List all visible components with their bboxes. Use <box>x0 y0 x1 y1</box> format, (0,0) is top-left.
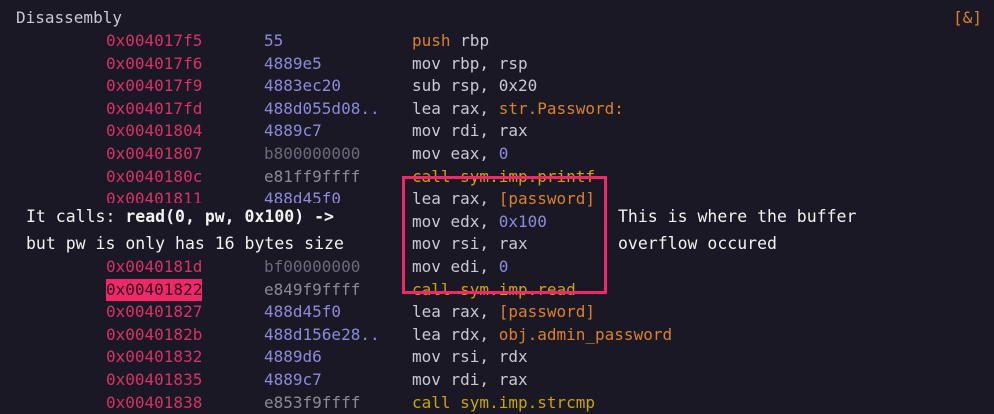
disassembly-row[interactable]: 0x004017fd 488d055d08.. lea rax, str.Passw… <box>0 98 994 120</box>
disassembly-row[interactable]: 0x0040182b 488d156e28.. lea rdx, obj.admin… <box>0 324 994 346</box>
disassembly-row[interactable]: 0x00401832 4889d6 mov rsi, rdx <box>0 346 994 368</box>
row-address[interactable]: 0x00401822 <box>106 278 203 301</box>
instruction-token: sub rsp, 0x20 <box>412 76 538 96</box>
disassembly-row[interactable]: 0x00401807 b800000000 mov eax, 0 <box>0 143 994 165</box>
row-bytes: 4889d6 <box>264 347 322 367</box>
annotation-left-code: read(0, pw, 0x100) -> <box>125 207 334 226</box>
row-instruction: sub rsp, 0x20 <box>412 75 537 97</box>
annotation-right-line2: overflow occured <box>618 234 777 253</box>
row-address[interactable]: 0x004017f6 <box>106 53 202 75</box>
highlight-box <box>402 176 607 294</box>
annotation-left-prefix: It calls: <box>26 207 126 226</box>
row-instruction: push rbp <box>412 30 489 52</box>
row-instruction: mov rdi, rax <box>412 369 528 391</box>
disassembly-row[interactable]: 0x004017f5 55 push rbp <box>0 30 994 52</box>
row-bytes: e853f9ffff <box>264 392 361 412</box>
row-instruction: lea rax, [password] <box>412 301 595 323</box>
row-address[interactable]: 0x004017f9 <box>106 75 202 97</box>
row-address[interactable]: 0x00401835 <box>106 369 202 391</box>
row-address[interactable]: 0x0040182b <box>106 324 202 346</box>
instruction-token: mov eax, <box>412 144 499 163</box>
row-instruction: mov rdi, rax <box>412 120 528 142</box>
row-address[interactable]: 0x004017fd <box>106 98 202 120</box>
instruction-token: call sym.imp.strcmp <box>412 392 596 412</box>
instruction-token: lea rax, <box>412 98 499 118</box>
instruction-token: lea rdx, <box>412 324 499 344</box>
row-address[interactable]: 0x00401807 <box>106 143 202 165</box>
panel-badge[interactable]: [&] <box>953 8 982 27</box>
row-bytes: 488d45f0 <box>264 302 342 322</box>
row-bytes: bf00000000 <box>264 257 361 276</box>
row-bytes: 488d156e28.. <box>264 324 380 344</box>
row-address[interactable]: 0x0040180c <box>106 166 202 188</box>
row-bytes: e849f9ffff <box>264 279 361 299</box>
row-bytes: 4889c7 <box>264 370 322 389</box>
disassembly-row[interactable]: 0x00401838 e853f9ffff call sym.imp.strcmp <box>0 392 994 414</box>
row-instruction: mov rsi, rdx <box>412 346 528 368</box>
row-bytes: 488d055d08.. <box>264 98 380 118</box>
instruction-token: rbp <box>460 31 490 50</box>
row-address[interactable]: 0x00401827 <box>106 301 202 323</box>
row-address[interactable]: 0x0040181d <box>106 256 202 278</box>
instruction-token: mov rdi, rax <box>412 370 528 389</box>
row-address[interactable]: 0x004017f5 <box>106 30 202 52</box>
row-bytes: 4889c7 <box>264 121 322 141</box>
row-bytes: b800000000 <box>264 144 361 163</box>
instruction-token: obj.admin_password <box>498 324 673 344</box>
row-instruction: call sym.imp.strcmp <box>412 392 595 414</box>
row-address[interactable]: 0x00401838 <box>106 392 202 414</box>
annotation-left-line2: but pw is only has 16 bytes size <box>26 234 344 253</box>
row-bytes: 4889e5 <box>264 53 322 73</box>
row-instruction: mov eax, 0 <box>412 143 508 165</box>
disassembly-row[interactable]: 0x00401835 4889c7 mov rdi, rax <box>0 369 994 391</box>
row-instruction: lea rax, str.Password: <box>412 98 624 120</box>
disassembly-row[interactable]: 0x004017f9 4883ec20 sub rsp, 0x20 <box>0 75 994 97</box>
annotation-left: It calls: read(0, pw, 0x100) -> but pw i… <box>0 203 398 255</box>
instruction-token: mov rdi, rax <box>412 121 528 141</box>
row-bytes: 4883ec20 <box>264 76 342 96</box>
row-bytes: 55 <box>264 31 284 50</box>
disassembly-row[interactable]: 0x00401827 488d45f0 lea rax, [password] <box>0 301 994 323</box>
instruction-token: [password] <box>498 302 596 322</box>
instruction-token: 0 <box>498 144 509 163</box>
instruction-token: push <box>412 31 461 50</box>
annotation-right-line1: This is where the buffer <box>618 207 857 226</box>
disassembly-title: Disassembly <box>16 8 122 27</box>
disassembly-row[interactable]: 0x00401804 4889c7 mov rdi, rax <box>0 120 994 142</box>
disassembly-row[interactable]: 0x004017f6 4889e5 mov rbp, rsp <box>0 53 994 75</box>
instruction-token: mov rsi, rdx <box>412 347 528 367</box>
row-address[interactable]: 0x00401832 <box>106 346 202 368</box>
instruction-token: str.Password: <box>498 98 624 118</box>
row-address[interactable]: 0x00401804 <box>106 120 202 142</box>
instruction-token: mov rbp, rsp <box>412 53 528 73</box>
annotation-right: This is where the buffer overflow occure… <box>618 203 856 257</box>
instruction-token: lea rax, <box>412 302 499 322</box>
row-bytes: e81ff9ffff <box>264 166 361 186</box>
row-instruction: mov rbp, rsp <box>412 53 528 75</box>
row-instruction: lea rdx, obj.admin_password <box>412 324 672 346</box>
